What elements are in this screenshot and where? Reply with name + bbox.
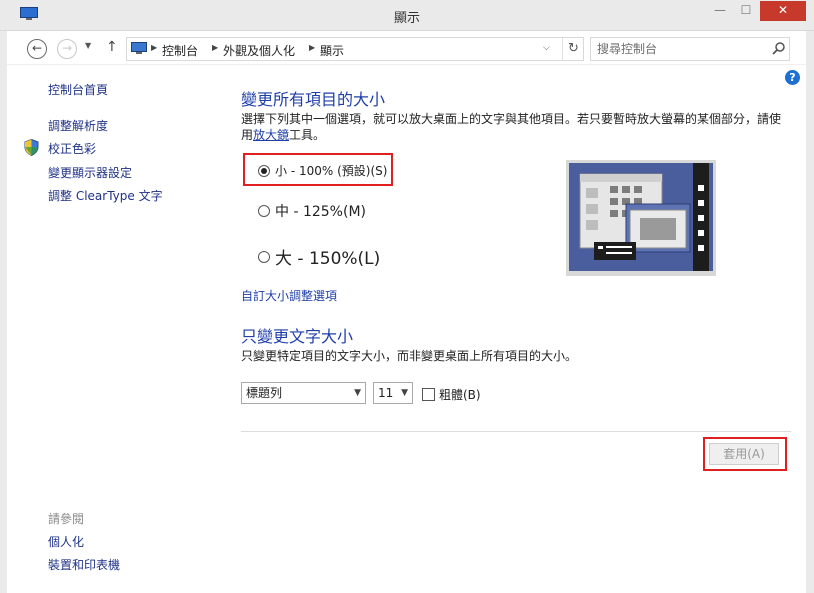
breadcrumb-separator: ▶ — [151, 43, 158, 52]
radio-option-small[interactable]: 小 - 100% (預設)(S) — [258, 162, 387, 179]
see-also-header: 請參閱 — [48, 512, 85, 526]
breadcrumb-display[interactable]: 顯示 — [320, 42, 344, 59]
shield-icon — [24, 139, 39, 156]
back-button[interactable]: ← — [27, 39, 47, 59]
font-size-select-value: 11 — [378, 386, 394, 400]
sidebar-item-display-settings[interactable]: 變更顯示器設定 — [48, 164, 132, 181]
search-input[interactable] — [597, 41, 757, 57]
magnifier-link[interactable]: 放大鏡 — [253, 128, 289, 142]
breadcrumb-separator: ▶ — [309, 43, 316, 52]
text-size-description: 只變更特定項目的文字大小，而非變更桌面上所有項目的大小。 — [241, 349, 578, 363]
breadcrumb-control-panel[interactable]: 控制台 — [162, 42, 198, 59]
custom-size-options-link[interactable]: 自訂大小調整選項 — [241, 287, 337, 304]
radio-label-medium: 中 - 125%(M) — [275, 204, 366, 220]
section-heading-change-size: 變更所有項目的大小 — [241, 90, 386, 109]
item-select[interactable]: 標題列 ▼ — [241, 382, 366, 404]
control-panel-icon — [131, 42, 147, 54]
breadcrumb-separator: ▶ — [212, 43, 219, 52]
navigation-bar: ← → ▼ ↑ ▶ 控制台 ▶ 外觀及個人化 ▶ 顯示 ⌵ ↻ — [7, 31, 806, 65]
section-heading-text-size: 只變更文字大小 — [241, 327, 354, 346]
see-also-devices-printers[interactable]: 裝置和印表機 — [48, 556, 120, 573]
help-icon[interactable]: ? — [785, 70, 800, 85]
chevron-down-icon: ▼ — [401, 388, 408, 398]
display-preview-image — [566, 160, 716, 276]
description-text-end: 工具。 — [289, 128, 326, 142]
radio-label-small: 小 - 100% (預設)(S) — [275, 164, 388, 178]
sidebar-item-calibrate-color[interactable]: 校正色彩 — [48, 140, 96, 157]
chevron-down-icon: ▼ — [354, 388, 361, 398]
search-icon[interactable] — [771, 40, 787, 58]
size-description: 選擇下列其中一個選項，就可以放大桌面上的文字與其他項目。若只要暫時放大螢幕的某個… — [241, 111, 786, 143]
minimize-button[interactable]: — — [708, 1, 732, 21]
item-select-value: 標題列 — [246, 386, 283, 400]
font-size-select[interactable]: 11 ▼ — [373, 382, 413, 404]
apply-button[interactable]: 套用(A) — [709, 443, 779, 465]
bold-label: 粗體(B) — [439, 388, 481, 402]
maximize-button[interactable]: ☐ — [734, 1, 758, 21]
forward-button[interactable]: → — [57, 39, 77, 59]
title-bar: 顯示 — ☐ ✕ — [0, 0, 814, 31]
radio-label-large: 大 - 150%(L) — [275, 249, 381, 269]
sidebar-item-cleartype[interactable]: 調整 ClearType 文字 — [48, 187, 163, 204]
breadcrumb-appearance[interactable]: 外觀及個人化 — [223, 42, 295, 59]
radio-option-large[interactable]: 大 - 150%(L) — [258, 244, 380, 269]
radio-option-medium[interactable]: 中 - 125%(M) — [258, 201, 366, 221]
window-frame-right — [806, 31, 814, 593]
address-dropdown-icon[interactable]: ⌵ — [543, 43, 550, 53]
address-bar[interactable]: ▶ 控制台 ▶ 外觀及個人化 ▶ 顯示 ⌵ ↻ — [126, 37, 584, 61]
window-title: 顯示 — [393, 11, 420, 26]
radio-button[interactable] — [258, 250, 270, 263]
close-button[interactable]: ✕ — [760, 1, 806, 21]
radio-button[interactable] — [258, 205, 270, 217]
radio-button-selected[interactable] — [258, 164, 270, 177]
sidebar-item-control-panel-home[interactable]: 控制台首頁 — [48, 81, 108, 98]
divider — [241, 431, 791, 432]
bold-checkbox[interactable] — [422, 388, 435, 401]
up-button[interactable]: ↑ — [106, 39, 118, 55]
bold-checkbox-row[interactable]: 粗體(B) — [422, 386, 481, 403]
see-also-personalization[interactable]: 個人化 — [48, 533, 84, 550]
sidebar-item-adjust-resolution[interactable]: 調整解析度 — [48, 117, 108, 134]
recent-locations-button[interactable]: ▼ — [85, 41, 91, 50]
refresh-button[interactable]: ↻ — [562, 38, 584, 60]
search-box[interactable] — [590, 37, 790, 61]
window-frame-left — [0, 31, 7, 593]
